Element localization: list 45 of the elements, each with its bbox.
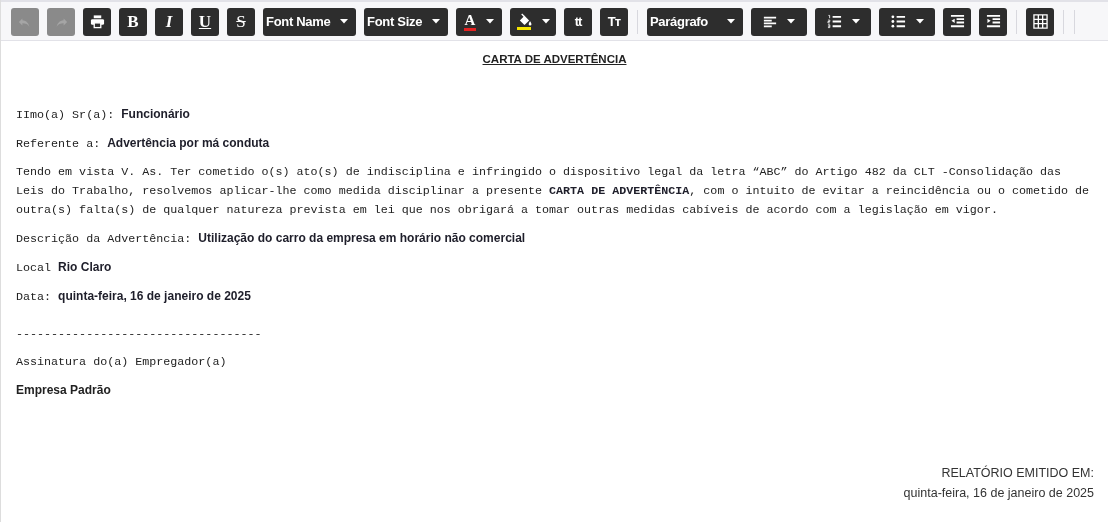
caret-icon xyxy=(851,19,860,24)
fill-color-button[interactable] xyxy=(510,7,556,36)
print-button[interactable] xyxy=(83,7,111,36)
field-line: IImo(a) Sr(a): Funcionário xyxy=(16,106,191,124)
dropdown[interactable]: Font Size xyxy=(364,7,448,36)
numbered-list-button[interactable] xyxy=(815,7,871,36)
underline-button[interactable]: U xyxy=(191,7,219,36)
print-icon xyxy=(89,14,105,29)
caret-icon xyxy=(340,19,348,24)
company-name: Empresa Padrão xyxy=(16,382,112,399)
numbered-list-icon xyxy=(826,14,842,29)
caret-icon xyxy=(787,19,795,24)
table-icon xyxy=(1032,14,1048,29)
body-paragraph: Tendo em vista V. As. Ter cometido o(s) ato(s) de indisciplina e infringido o dispositivo legal da letra “ABC” do Artigo 482 da CLT -Consolidação das Leis do Trabalho, resolvemos aplicar-lhe como medida disciplinar a presente CARTA DE ADVERTÊNCIA, com o intuito de evitar a reincidência ou o cometido de outra(s) falta(s) de qualquer natureza prevista em lei que nos obrigará a tomar outras medidas cabíveis de acordo com a legislação em vigor. xyxy=(16,164,1091,219)
footer-date: quinta-feira, 16 de janeiro de 2025 xyxy=(903,486,1094,500)
dropdown[interactable]: Parágrafo xyxy=(647,7,743,36)
caret-icon xyxy=(541,19,550,24)
strikethrough-button[interactable]: S xyxy=(227,7,255,36)
bulleted-list-icon xyxy=(890,14,906,29)
field-line: Data: quinta-feira, 16 de janeiro de 2025 xyxy=(16,288,252,306)
bulleted-list-button[interactable] xyxy=(879,7,935,36)
signature-line: ----------------------------------- xyxy=(16,326,263,343)
italic-button[interactable]: I xyxy=(155,7,183,36)
field-line: Descrição da Advertência: Utilização do carro da empresa em horário não comercial xyxy=(16,230,527,248)
align-left-button[interactable] xyxy=(751,7,807,36)
table-button[interactable] xyxy=(1026,7,1054,36)
outdent-button[interactable] xyxy=(943,7,971,36)
field-line: Referente a: Advertência por má conduta xyxy=(16,135,271,153)
caret-icon xyxy=(727,19,735,24)
document-title: CARTA DE ADVERTÊNCIA xyxy=(481,53,628,65)
font-size-button[interactable]: Tт xyxy=(600,7,628,36)
field-line: Assinatura do(a) Empregador(a) xyxy=(16,354,228,371)
outdent-icon xyxy=(949,14,965,29)
footer-label: RELATÓRIO EMITIDO EM: xyxy=(941,466,1094,480)
indent-icon xyxy=(985,14,1001,29)
caret-icon xyxy=(486,19,495,24)
caret-icon xyxy=(915,19,924,24)
caret-icon xyxy=(432,19,440,24)
font-color-button[interactable]: A xyxy=(456,7,502,36)
field-line: Local Rio Claro xyxy=(16,259,113,277)
dropdown[interactable]: Font Name xyxy=(263,7,356,36)
align-left-icon xyxy=(763,14,777,29)
subscript-button[interactable]: tt xyxy=(564,7,592,36)
indent-button[interactable] xyxy=(979,7,1007,36)
bold-button[interactable]: B xyxy=(119,7,147,36)
